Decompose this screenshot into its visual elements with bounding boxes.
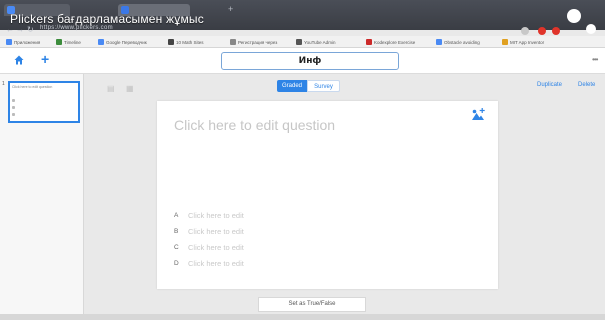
answer-text[interactable]: Click here to edit xyxy=(188,211,244,220)
tab-survey[interactable]: Survey xyxy=(307,80,340,92)
extension-icon[interactable] xyxy=(538,27,546,35)
bookmark-icon xyxy=(436,39,442,45)
new-tab-icon[interactable]: + xyxy=(228,4,238,16)
delete-button[interactable]: Delete xyxy=(578,82,595,88)
bookmark-item[interactable]: Timeline xyxy=(56,38,81,46)
bottom-strip xyxy=(0,314,605,320)
answer-letter: C xyxy=(174,243,179,251)
slide-number: 1 xyxy=(2,81,5,87)
answer-text[interactable]: Click here to edit xyxy=(188,243,244,252)
bookmark-item[interactable]: YouTube Admin xyxy=(296,38,335,46)
bookmark-item[interactable]: Google Переводчик xyxy=(98,38,147,46)
redo-icon[interactable]: ▦ xyxy=(126,84,134,93)
bookmark-item[interactable]: Регистрация через xyxy=(230,38,277,46)
address-bar[interactable]: https://www.plickers.com xyxy=(40,25,113,31)
account-icon[interactable] xyxy=(586,24,596,34)
thumbnail-answer-marker xyxy=(12,99,15,102)
bookmark-icon xyxy=(56,39,62,45)
extension-icon[interactable] xyxy=(521,27,529,35)
answer-letter: D xyxy=(174,259,179,267)
answer-option-a[interactable]: A Click here to edit xyxy=(174,210,244,220)
add-image-icon[interactable] xyxy=(471,108,485,121)
answer-option-b[interactable]: B Click here to edit xyxy=(174,226,244,236)
home-icon[interactable] xyxy=(14,55,24,65)
bookmark-icon xyxy=(98,39,104,45)
bookmark-icon xyxy=(366,39,372,45)
bookmark-icon xyxy=(230,39,236,45)
forward-icon[interactable]: → xyxy=(16,25,24,34)
bookmark-icon xyxy=(502,39,508,45)
profile-icon[interactable] xyxy=(567,9,581,23)
set-title-input[interactable]: Инф xyxy=(221,52,399,70)
reload-icon[interactable]: ↻ xyxy=(27,25,34,34)
tab-graded[interactable]: Graded xyxy=(277,80,307,92)
bookmark-icon xyxy=(168,39,174,45)
bookmark-icon xyxy=(296,39,302,45)
answer-text[interactable]: Click here to edit xyxy=(188,227,244,236)
bookmark-item[interactable]: 10 Math Sites xyxy=(168,38,204,46)
more-icon[interactable]: ••• xyxy=(592,55,598,64)
duplicate-button[interactable]: Duplicate xyxy=(537,82,562,88)
extension-icon[interactable] xyxy=(552,27,560,35)
answer-letter: B xyxy=(174,227,179,235)
set-true-false-button[interactable]: Set as True/False xyxy=(258,297,366,312)
question-input[interactable]: Click here to edit question xyxy=(174,117,335,133)
plus-icon[interactable]: + xyxy=(41,52,49,66)
answer-option-c[interactable]: C Click here to edit xyxy=(174,242,244,252)
thumbnail-answer-marker xyxy=(12,106,15,109)
answer-option-d[interactable]: D Click here to edit xyxy=(174,258,244,268)
answer-text[interactable]: Click here to edit xyxy=(188,259,244,268)
bookmark-item[interactable]: Kodexplore Exercise xyxy=(366,38,415,46)
back-icon[interactable]: ← xyxy=(6,25,14,34)
bookmark-item[interactable]: MIT App Inventor xyxy=(502,38,544,46)
bookmark-icon xyxy=(6,39,12,45)
bookmarks-bar: Приложения Timeline Google Переводчик 10… xyxy=(0,36,605,48)
bookmark-item[interactable]: Приложения xyxy=(6,38,40,46)
undo-icon[interactable]: ▤ xyxy=(107,84,115,93)
answer-letter: A xyxy=(174,211,179,219)
thumbnail-question-text: Click here to edit question xyxy=(12,85,53,89)
thumbnail-answer-marker xyxy=(12,113,15,116)
bookmark-item[interactable]: Obstacle avoiding xyxy=(436,38,480,46)
